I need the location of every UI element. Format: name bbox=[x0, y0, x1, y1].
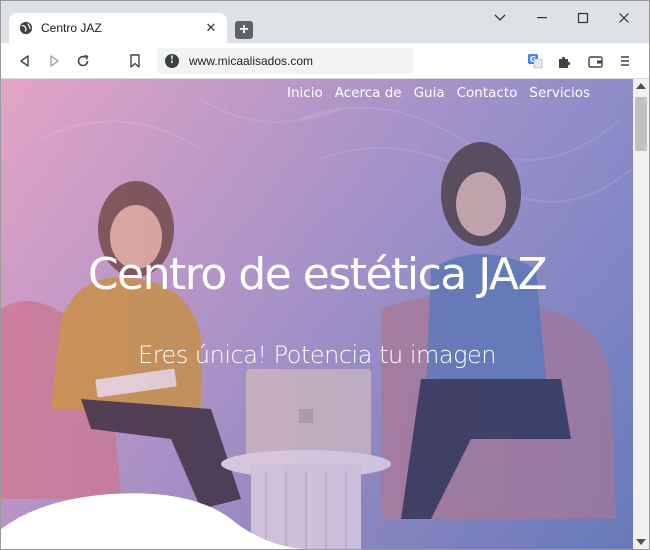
minimize-icon[interactable] bbox=[525, 7, 559, 29]
bookmark-icon[interactable] bbox=[123, 49, 147, 73]
scroll-up-icon[interactable] bbox=[636, 83, 646, 89]
wallet-icon[interactable] bbox=[583, 49, 607, 73]
back-icon[interactable] bbox=[13, 49, 37, 73]
page-viewport: Inicio Acerca de Guia Contacto Servicios… bbox=[1, 79, 633, 549]
nav-link-contacto[interactable]: Contacto bbox=[457, 85, 518, 101]
tab-close-icon[interactable]: ✕ bbox=[203, 20, 219, 36]
hero-color-overlay bbox=[1, 79, 633, 549]
nav-link-acerca[interactable]: Acerca de bbox=[335, 85, 402, 101]
maximize-icon[interactable] bbox=[566, 7, 600, 29]
extensions-icon[interactable] bbox=[552, 49, 576, 73]
info-icon[interactable]: ! bbox=[165, 54, 179, 68]
reload-icon[interactable] bbox=[71, 49, 95, 73]
site-nav: Inicio Acerca de Guia Contacto Servicios bbox=[287, 85, 590, 101]
address-bar[interactable]: ! www.micaalisados.com bbox=[157, 48, 413, 74]
page-scrollbar[interactable] bbox=[633, 79, 649, 549]
hero-wave-divider bbox=[1, 493, 301, 549]
new-tab-button[interactable]: + bbox=[235, 21, 253, 39]
nav-link-inicio[interactable]: Inicio bbox=[287, 85, 323, 101]
browser-tab[interactable]: Centro JAZ ✕ bbox=[9, 13, 227, 43]
url-text: www.micaalisados.com bbox=[189, 54, 314, 68]
tab-search-icon[interactable] bbox=[483, 7, 517, 29]
hero-subtitle: Eres única! Potencia tu imagen bbox=[138, 341, 496, 369]
translate-icon[interactable]: G bbox=[523, 49, 547, 73]
tab-strip: Centro JAZ ✕ + bbox=[1, 1, 649, 43]
close-window-icon[interactable] bbox=[607, 7, 641, 29]
nav-link-guia[interactable]: Guia bbox=[414, 85, 445, 101]
nav-link-servicios[interactable]: Servicios bbox=[529, 85, 590, 101]
hero-title: Centro de estética JAZ bbox=[87, 249, 548, 300]
tab-title: Centro JAZ bbox=[41, 21, 102, 35]
browser-window: Centro JAZ ✕ + ! www.micaalisados.com G … bbox=[0, 0, 650, 550]
menu-icon[interactable] bbox=[613, 49, 637, 73]
forward-icon[interactable] bbox=[42, 49, 66, 73]
scroll-down-icon[interactable] bbox=[636, 539, 646, 545]
browser-toolbar: ! www.micaalisados.com G bbox=[1, 43, 649, 79]
globe-icon bbox=[19, 21, 33, 35]
scroll-thumb[interactable] bbox=[635, 97, 647, 151]
